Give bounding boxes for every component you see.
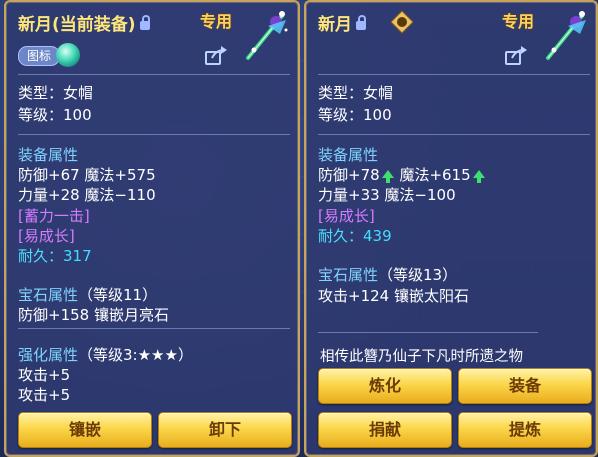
item-title: 新月(当前装备): [18, 10, 150, 35]
enhance-attr: 攻击+5: [18, 366, 71, 384]
increase-arrow-icon: [472, 169, 485, 183]
durability-value: 439: [363, 227, 392, 245]
equip-attr-line: 防御+67 魔法+575: [18, 166, 156, 184]
item-name: 新月: [318, 15, 352, 35]
flavor-text: 相传此簪乃仙子下凡时所遗之物: [320, 349, 523, 365]
donate-button[interactable]: 捐献: [318, 412, 452, 448]
exclusive-label: 专用: [502, 12, 535, 31]
special-skill: [易成长]: [18, 227, 75, 245]
exclusive-label: 专用: [200, 12, 233, 31]
share-icon[interactable]: [204, 46, 228, 66]
icon-badge[interactable]: 图标: [18, 42, 80, 68]
durability: 耐久：317: [18, 245, 92, 266]
divider: [18, 74, 290, 75]
hairpin-item-icon: [246, 11, 288, 60]
divider: [18, 328, 290, 329]
gem-title: 宝石属性: [318, 266, 379, 284]
inlay-button[interactable]: 镶嵌: [18, 412, 152, 448]
item-level: 等级：100: [18, 106, 92, 124]
divider: [318, 332, 538, 333]
refine-button[interactable]: 炼化: [318, 368, 452, 404]
gem-title: 宝石属性: [18, 286, 79, 304]
hairpin-item-icon: [546, 11, 586, 60]
special-skill: [蓄力一击]: [18, 207, 90, 225]
equip-attr-line: 力量+28 魔法−110: [18, 186, 156, 204]
appraise-icon: [390, 10, 414, 34]
divider: [18, 134, 290, 135]
divider: [318, 74, 590, 75]
magic-value: 魔法+615: [399, 166, 471, 184]
gem-attr: 攻击+124 镶嵌太阳石: [318, 287, 469, 305]
item-type: 类型：女帽: [318, 84, 394, 102]
enhance-title: 强化属性: [18, 346, 79, 364]
gem-level: （等级13）: [378, 266, 458, 284]
current-equipped-tag: (当前装备): [52, 15, 136, 35]
gem-heading: 宝石属性（等级13）: [318, 264, 457, 285]
enhance-heading: 强化属性（等级3:★★★）: [18, 344, 193, 365]
durability-label: 耐久：: [318, 227, 364, 245]
item-level: 等级：100: [318, 106, 392, 124]
extract-button[interactable]: 提炼: [458, 412, 592, 448]
equip-attr-heading: 装备属性: [318, 146, 379, 164]
equip-button[interactable]: 装备: [458, 368, 592, 404]
item-type: 类型：女帽: [18, 84, 94, 102]
equip-attr-line: 力量+33 魔法−100: [318, 186, 456, 204]
gem-attr: 防御+158 镶嵌月亮石: [18, 306, 169, 324]
enhance-level: （等级3:★★★）: [78, 346, 193, 364]
durability-value: 317: [63, 247, 92, 265]
durability: 耐久：439: [318, 225, 392, 246]
increase-arrow-icon: [381, 169, 394, 183]
gem-heading: 宝石属性（等级11）: [18, 284, 157, 305]
special-skill: [易成长]: [318, 207, 375, 225]
equip-attr-line: 防御+78 魔法+615: [318, 164, 486, 185]
divider: [318, 134, 590, 135]
durability-label: 耐久：: [18, 247, 64, 265]
item-title: 新月: [318, 10, 366, 35]
unequip-button[interactable]: 卸下: [158, 412, 292, 448]
lock-icon: [139, 14, 150, 30]
equipped-item-tooltip: 新月(当前装备) 专用 图标 类型：女帽 等级：100 装备属性 防御+67 魔…: [4, 0, 300, 457]
compare-item-tooltip: 新月 专用 类型：女帽 等级：100 装备属性 防御+78 魔法+615 力量+…: [304, 0, 598, 457]
lock-icon: [356, 14, 366, 30]
orb-icon: [56, 43, 80, 67]
enhance-attr: 攻击+5: [18, 386, 71, 404]
share-icon[interactable]: [504, 46, 528, 66]
equip-attr-heading: 装备属性: [18, 146, 79, 164]
icon-tag-label: 图标: [18, 46, 60, 66]
item-name: 新月: [18, 15, 52, 35]
defense-value: 防御+78: [318, 166, 380, 184]
gem-level: （等级11）: [78, 286, 158, 304]
